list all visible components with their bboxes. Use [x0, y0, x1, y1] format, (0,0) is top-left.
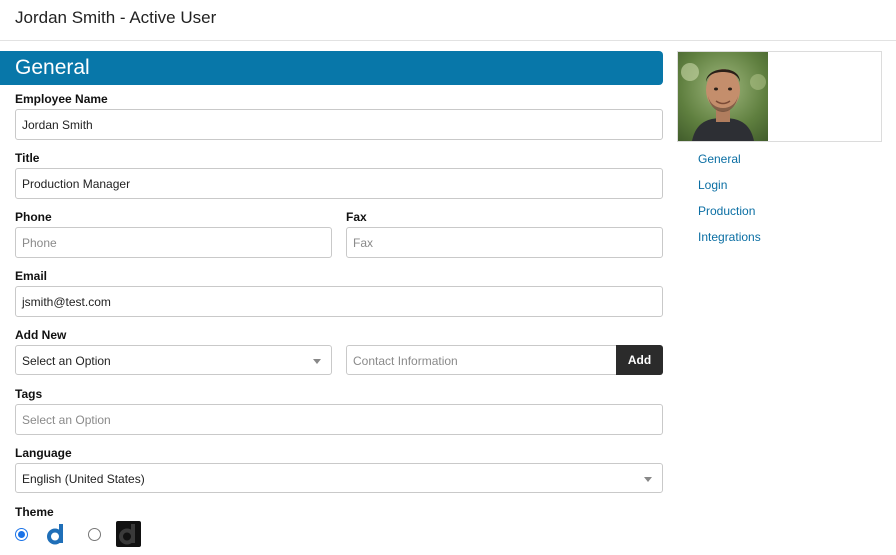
chevron-down-icon	[313, 359, 321, 364]
sidebar-link-integrations[interactable]: Integrations	[698, 230, 761, 244]
tags-input[interactable]: Select an Option	[15, 404, 663, 435]
theme-dark-radio[interactable]	[88, 528, 101, 541]
add-new-label: Add New	[15, 328, 67, 342]
sidebar-link-general[interactable]: General	[698, 152, 741, 166]
avatar[interactable]	[678, 52, 768, 141]
theme-dark-icon	[116, 521, 141, 547]
add-new-select-value: Select an Option	[22, 354, 111, 368]
tags-label: Tags	[15, 387, 43, 401]
sidebar-link-login[interactable]: Login	[698, 178, 727, 192]
language-select[interactable]: English (United States)	[15, 463, 663, 493]
tags-placeholder: Select an Option	[22, 413, 111, 427]
fax-input[interactable]: Fax	[346, 227, 663, 258]
language-value: English (United States)	[22, 472, 145, 486]
add-button[interactable]: Add	[616, 345, 663, 375]
section-title: General	[15, 56, 90, 79]
contact-information-placeholder: Contact Information	[353, 354, 458, 368]
email-input[interactable]: jsmith@test.com	[15, 286, 663, 317]
employee-name-value: Jordan Smith	[22, 118, 93, 132]
title-label: Title	[15, 151, 40, 165]
phone-input[interactable]: Phone	[15, 227, 332, 258]
top-bar: Jordan Smith - Active User	[0, 0, 896, 41]
fax-placeholder: Fax	[353, 236, 374, 250]
section-header: General	[0, 51, 663, 85]
phone-label: Phone	[15, 210, 52, 224]
add-new-select[interactable]: Select an Option	[15, 345, 332, 375]
employee-name-label: Employee Name	[15, 92, 108, 106]
contact-information-input[interactable]: Contact Information	[346, 345, 618, 375]
fax-label: Fax	[346, 210, 367, 224]
email-value: jsmith@test.com	[22, 295, 111, 309]
employee-name-input[interactable]: Jordan Smith	[15, 109, 663, 140]
title-input[interactable]: Production Manager	[15, 168, 663, 199]
page-title: Jordan Smith - Active User	[15, 8, 217, 27]
theme-light-radio[interactable]	[15, 528, 28, 541]
language-label: Language	[15, 446, 72, 460]
theme-label: Theme	[15, 505, 54, 519]
phone-placeholder: Phone	[22, 236, 57, 250]
sidebar-link-production[interactable]: Production	[698, 204, 755, 218]
theme-light-icon	[45, 523, 67, 545]
chevron-down-icon	[644, 477, 652, 482]
email-label: Email	[15, 269, 48, 283]
title-value: Production Manager	[22, 177, 131, 191]
